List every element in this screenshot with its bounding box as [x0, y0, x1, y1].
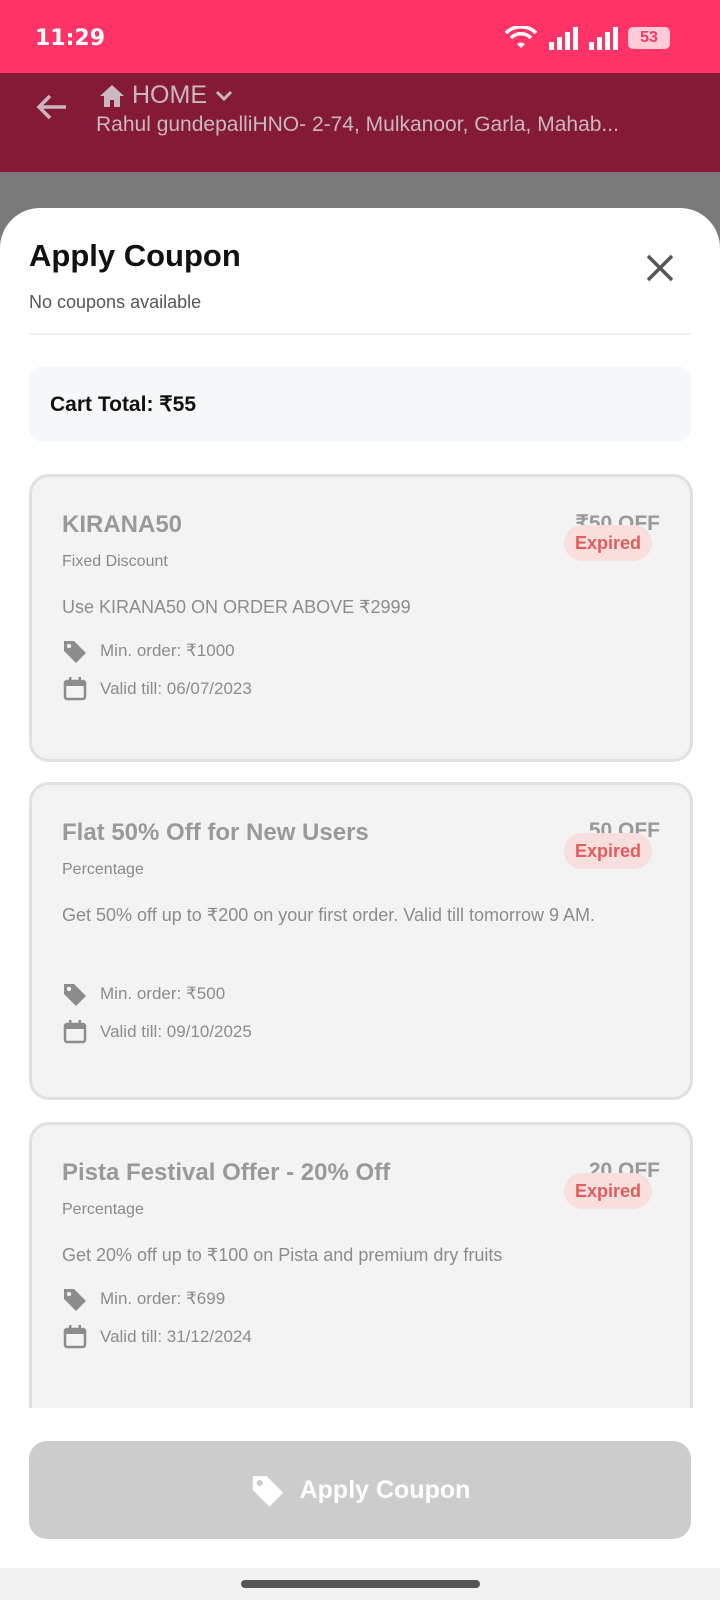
valid-till-row: Valid till: 06/07/2023 — [62, 676, 252, 702]
calendar-icon — [63, 1020, 87, 1044]
coupon-title: KIRANA50 — [62, 511, 183, 538]
chevron-down-icon — [215, 90, 233, 101]
tag-icon — [64, 641, 86, 663]
location-label: HOME — [132, 81, 207, 109]
cart-total: Cart Total: ₹55 — [50, 393, 196, 416]
status-icons: 53 — [504, 26, 670, 50]
coupon-type: Percentage — [62, 861, 144, 878]
coupon-card[interactable]: KIRANA50 Fixed Discount ₹50 OFF Expired … — [29, 474, 693, 762]
expired-badge: Expired — [564, 833, 652, 869]
min-order-row: Min. order: ₹699 — [62, 1287, 225, 1311]
expired-badge: Expired — [564, 1173, 652, 1209]
coupon-card[interactable]: Pista Festival Offer - 20% Off Percentag… — [29, 1122, 693, 1428]
tag-icon — [64, 984, 86, 1006]
min-order: Min. order: ₹500 — [100, 984, 226, 1003]
status-bar: 11:29 53 — [0, 0, 720, 73]
system-nav-bar — [0, 1568, 720, 1600]
divider — [29, 333, 691, 335]
signal-icon — [589, 27, 618, 50]
min-order: Min. order: ₹1000 — [100, 641, 235, 660]
coupon-description: Use KIRANA50 ON ORDER ABOVE ₹2999 — [62, 597, 411, 617]
delivery-address: Rahul gundepalliHNO- 2-74, Mulkanoor, Ga… — [96, 113, 619, 136]
home-icon — [100, 84, 124, 107]
sheet-title: Apply Coupon — [29, 238, 241, 273]
close-icon[interactable] — [642, 250, 678, 286]
signal-icon — [549, 27, 578, 50]
min-order-row: Min. order: ₹1000 — [62, 639, 235, 663]
home-gesture-handle[interactable] — [241, 1580, 480, 1588]
coupon-description: Get 50% off up to ₹200 on your first ord… — [62, 905, 596, 925]
coupon-type: Fixed Discount — [62, 553, 168, 570]
min-order: Min. order: ₹699 — [100, 1289, 226, 1308]
apply-coupon-sheet: Apply Coupon No coupons available Cart T… — [0, 208, 720, 1600]
min-order-row: Min. order: ₹500 — [62, 982, 225, 1006]
coupon-description: Get 20% off up to ₹100 on Pista and prem… — [62, 1245, 503, 1265]
valid-till-row: Valid till: 31/12/2024 — [62, 1324, 252, 1350]
tag-icon — [252, 1476, 283, 1507]
bottom-action-area: Apply Coupon — [0, 1408, 720, 1568]
valid-till: Valid till: 09/10/2025 — [100, 1022, 252, 1041]
valid-till: Valid till: 31/12/2024 — [100, 1327, 252, 1346]
coupon-type: Percentage — [62, 1201, 144, 1218]
valid-till: Valid till: 06/07/2023 — [100, 679, 252, 698]
tag-icon — [64, 1289, 86, 1311]
calendar-icon — [63, 677, 87, 701]
location-selector[interactable]: HOME — [98, 81, 235, 110]
calendar-icon — [63, 1325, 87, 1349]
apply-coupon-button[interactable]: Apply Coupon — [29, 1441, 691, 1539]
expired-badge: Expired — [564, 525, 652, 561]
status-time: 11:29 — [35, 26, 106, 51]
back-arrow-icon[interactable] — [34, 89, 70, 125]
coupon-title: Flat 50% Off for New Users — [62, 819, 369, 846]
sheet-subtitle: No coupons available — [29, 292, 202, 312]
coupon-title: Pista Festival Offer - 20% Off — [62, 1159, 391, 1186]
app-bar: HOME Rahul gundepalliHNO- 2-74, Mulkanoo… — [0, 73, 720, 172]
coupon-card[interactable]: Flat 50% Off for New Users Percentage 50… — [29, 782, 693, 1100]
cart-total-box: Cart Total: ₹55 — [29, 366, 691, 442]
wifi-icon — [504, 26, 538, 48]
valid-till-row: Valid till: 09/10/2025 — [62, 1019, 252, 1045]
battery-indicator: 53 — [628, 27, 670, 49]
apply-coupon-label: Apply Coupon — [299, 1475, 471, 1504]
